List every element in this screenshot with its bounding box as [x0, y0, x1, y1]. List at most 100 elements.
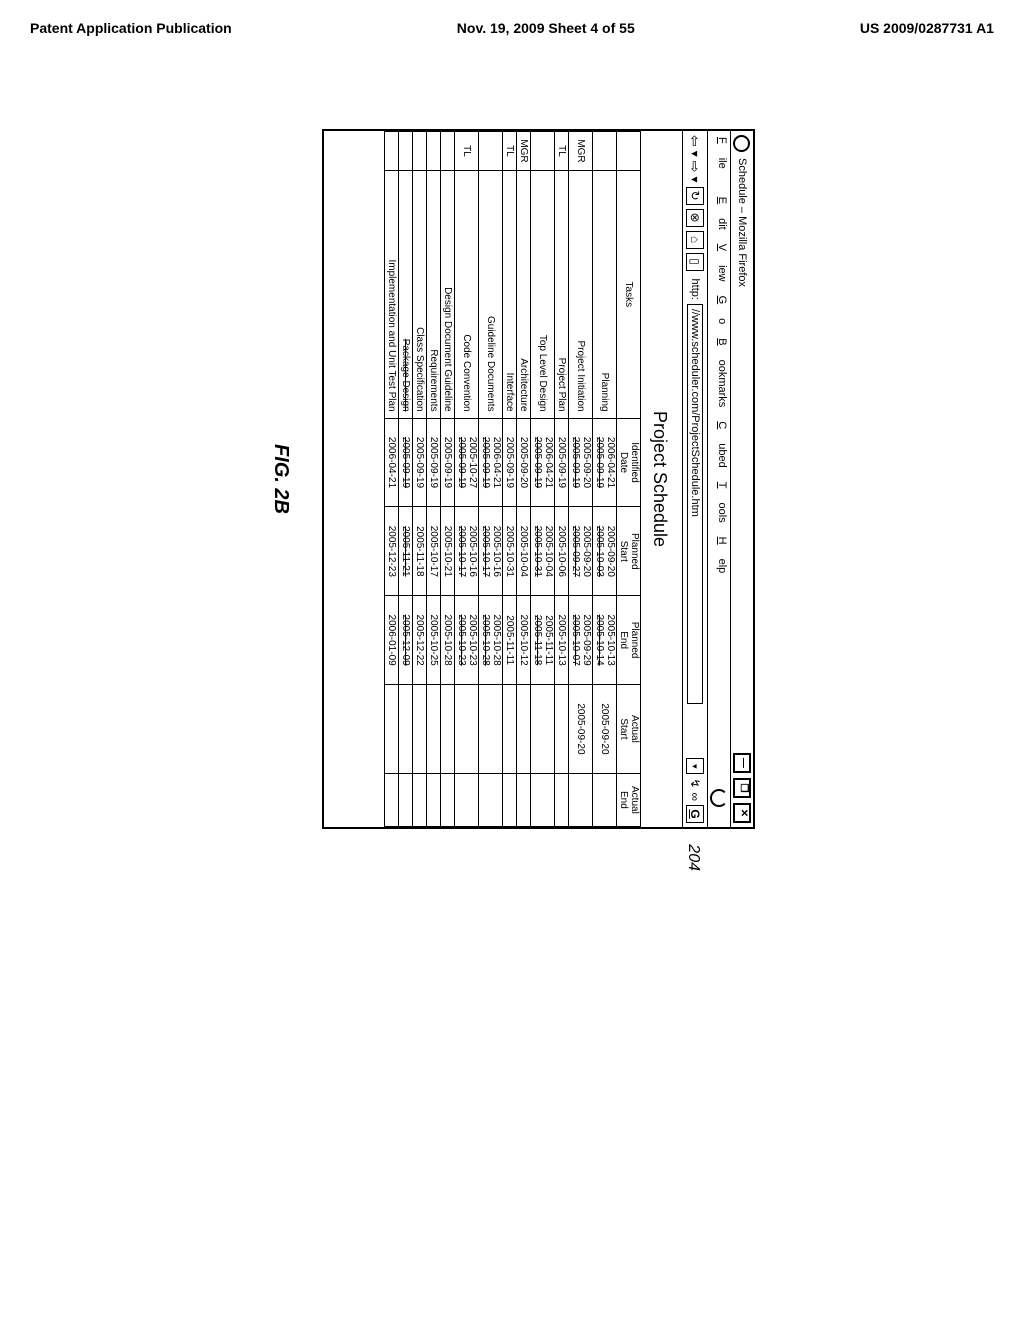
cell-actual-end	[441, 773, 455, 826]
figure-2b: Schedule – Mozilla Firefox — ❐ ✕ File Ed…	[269, 129, 755, 829]
restore-button[interactable]: ❐	[733, 778, 751, 798]
cell-role: TL	[555, 132, 569, 171]
cell-identified: 2005-09-202005-09-19	[569, 418, 593, 507]
table-row: TLInterface2005-09-192005-10-312005-11-1…	[503, 132, 517, 827]
cell-planned-end: 2005-10-12	[517, 596, 531, 685]
table-row: Top Level Design2006-04-212005-09-192005…	[531, 132, 555, 827]
cell-identified: 2005-09-20	[517, 418, 531, 507]
table-row: MGRProject Initiation2005-09-202005-09-1…	[569, 132, 593, 827]
cell-planned-start: 2005-11-18	[413, 507, 427, 596]
cell-actual-end	[531, 773, 555, 826]
cell-actual-start	[427, 685, 441, 774]
cell-planned-end: 2005-10-282005-10-28	[479, 596, 503, 685]
cell-actual-start	[385, 685, 399, 774]
cell-actual-start	[413, 685, 427, 774]
menu-view[interactable]: View	[710, 244, 728, 282]
cell-task: Guideline Documents	[479, 171, 503, 419]
cell-identified: 2005-09-19	[399, 418, 413, 507]
menu-bookmarks[interactable]: Bookmarks	[710, 338, 728, 407]
cell-planned-end: 2005-10-132005-10-14	[593, 596, 617, 685]
col-planned-end: PlannedEnd	[617, 596, 641, 685]
cell-planned-start: 2005-10-04	[517, 507, 531, 596]
cell-role	[399, 132, 413, 171]
cell-actual-start	[441, 685, 455, 774]
cell-planned-end: 2005-12-22	[413, 596, 427, 685]
menu-go[interactable]: Go	[710, 296, 728, 325]
table-row: Planning2006-04-212005-09-192005-09-2020…	[593, 132, 617, 827]
cell-actual-end	[503, 773, 517, 826]
cell-actual-start	[479, 685, 503, 774]
table-row: Guideline Documents2006-04-212005-09-192…	[479, 132, 503, 827]
cell-planned-end: 2005-10-25	[427, 596, 441, 685]
cell-planned-start: 2005-11-21	[399, 507, 413, 596]
cell-planned-end: 2005-12-09	[399, 596, 413, 685]
schedule-table: Tasks IdentifiedDate PlannedStart Planne…	[384, 131, 641, 827]
cell-task: Top Level Design	[531, 171, 555, 419]
cell-role	[385, 132, 399, 171]
titlebar: Schedule – Mozilla Firefox — ❐ ✕	[730, 131, 753, 827]
table-row: Implementation and Unit Test Plan2006-04…	[385, 132, 399, 827]
table-row: Class Specification2005-09-192005-11-182…	[413, 132, 427, 827]
cell-actual-start	[503, 685, 517, 774]
figure-label: FIG. 2B	[269, 129, 292, 829]
browser-window: Schedule – Mozilla Firefox — ❐ ✕ File Ed…	[322, 129, 755, 829]
cell-planned-start: 2005-10-21	[441, 507, 455, 596]
window-controls: — ❐ ✕	[733, 751, 751, 823]
cell-planned-start: 2005-09-202005-09-27	[569, 507, 593, 596]
cell-planned-start: 2005-10-162005-10-17	[479, 507, 503, 596]
table-row: TLProject Plan2005-09-192005-10-062005-1…	[555, 132, 569, 827]
cell-task: Class Specification	[413, 171, 427, 419]
cell-role	[427, 132, 441, 171]
cell-actual-start	[455, 685, 479, 774]
cell-planned-end: 2005-11-11	[503, 596, 517, 685]
cell-task: Planning	[593, 171, 617, 419]
cell-actual-end	[479, 773, 503, 826]
cell-identified: 2005-09-19	[441, 418, 455, 507]
cell-planned-start: 2005-09-202005-10-03	[593, 507, 617, 596]
menu-cubed[interactable]: Cubed	[710, 421, 728, 467]
content-footer	[324, 131, 384, 827]
header-right: US 2009/0287731 A1	[860, 20, 994, 36]
cell-actual-end	[413, 773, 427, 826]
menu-help[interactable]: Help	[710, 537, 728, 574]
cell-task: Design Document Guideline	[441, 171, 455, 419]
cell-actual-start	[531, 685, 555, 774]
cell-actual-end	[427, 773, 441, 826]
cell-identified: 2005-09-19	[503, 418, 517, 507]
cell-role	[413, 132, 427, 171]
cell-actual-end	[517, 773, 531, 826]
cell-planned-start: 2005-10-31	[503, 507, 517, 596]
close-button[interactable]: ✕	[733, 803, 751, 823]
cell-planned-start: 2005-10-06	[555, 507, 569, 596]
cell-planned-end: 2005-11-112005-11-18	[531, 596, 555, 685]
col-actual-end: ActualEnd	[617, 773, 641, 826]
cell-identified: 2006-04-212005-09-19	[593, 418, 617, 507]
app-icon	[734, 135, 751, 152]
cell-planned-end: 2005-10-13	[555, 596, 569, 685]
cell-actual-end	[399, 773, 413, 826]
cell-actual-end	[593, 773, 617, 826]
cell-role	[479, 132, 503, 171]
table-row: MGRArchitecture2005-09-202005-10-042005-…	[517, 132, 531, 827]
cell-actual-start	[555, 685, 569, 774]
cell-identified: 2005-09-19	[427, 418, 441, 507]
menu-tools[interactable]: Tools	[710, 482, 728, 523]
cell-planned-start: 2005-10-162005-10-17	[455, 507, 479, 596]
cell-task: Interface	[503, 171, 517, 419]
menubar: File Edit View Go Bookmarks Cubed Tools …	[707, 131, 730, 827]
cell-identified: 2005-10-272005-09-19	[455, 418, 479, 507]
menu-edit[interactable]: Edit	[710, 197, 728, 230]
cell-planned-end: 2005-10-232005-10-23	[455, 596, 479, 685]
table-row: Requirements2005-09-192005-10-172005-10-…	[427, 132, 441, 827]
cell-identified: 2005-09-19	[413, 418, 427, 507]
cell-task: Code Convention	[455, 171, 479, 419]
table-row: Package Design2005-09-192005-11-212005-1…	[399, 132, 413, 827]
cell-identified: 2006-04-212005-09-19	[479, 418, 503, 507]
table-row: Design Document Guideline2005-09-192005-…	[441, 132, 455, 827]
minimize-button[interactable]: —	[733, 753, 751, 773]
menu-file[interactable]: File	[710, 137, 728, 183]
col-identified: IdentifiedDate	[617, 418, 641, 507]
cell-planned-end: 2006-01-09	[385, 596, 399, 685]
cell-task: Project Initiation	[569, 171, 593, 419]
cell-planned-start: 2005-12-23	[385, 507, 399, 596]
